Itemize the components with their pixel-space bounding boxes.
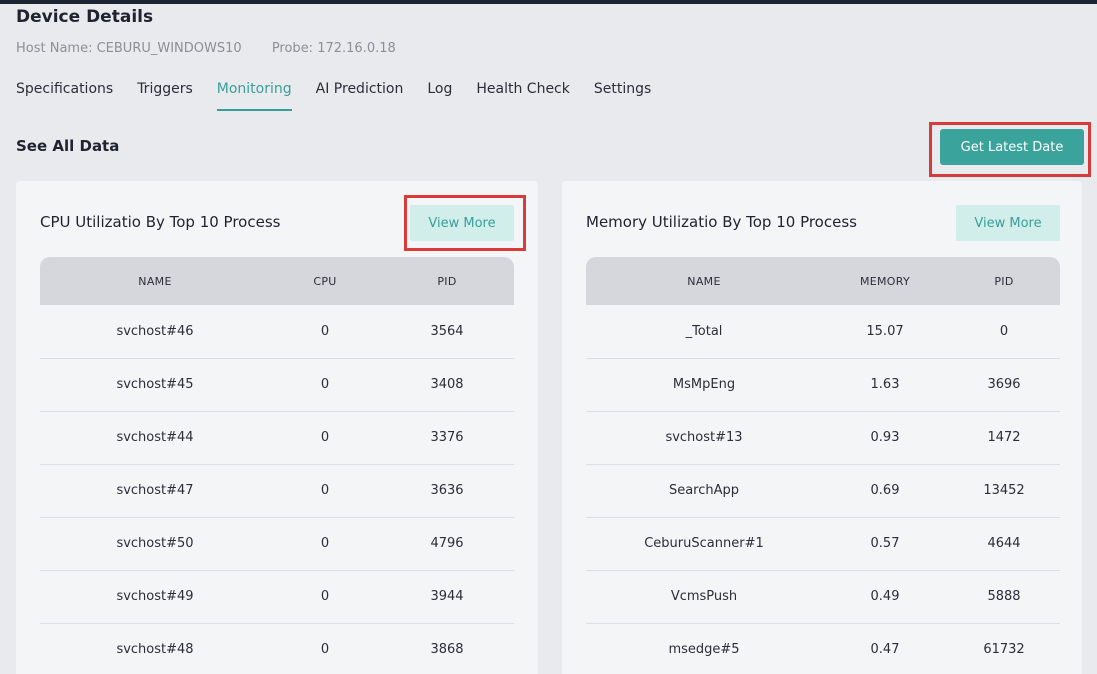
memory-value: 0.69 (822, 464, 948, 518)
process-name: svchost#48 (40, 623, 270, 674)
table-row: msedge#5 0.47 61732 (586, 623, 1060, 674)
memory-view-more-button[interactable]: View More (956, 205, 1060, 241)
pid-value: 4796 (380, 517, 514, 571)
table-header-row: NAME MEMORY PID (586, 257, 1060, 305)
column-header-cpu: CPU (313, 274, 337, 288)
highlight-box-get-latest (929, 122, 1091, 177)
column-header-name: NAME (138, 274, 172, 288)
cpu-process-table: NAME CPU PID svchost#46 0 3564 svchost#4… (40, 257, 514, 674)
process-name: svchost#50 (40, 517, 270, 571)
highlight-box-view-more (404, 195, 526, 251)
table-header-row: NAME CPU PID (40, 257, 514, 305)
table-row: svchost#48 0 3868 (40, 623, 514, 674)
pid-value: 61732 (948, 623, 1060, 674)
pid-value: 3376 (380, 411, 514, 465)
pid-value: 3868 (380, 623, 514, 674)
column-header-pid: PID (994, 274, 1014, 288)
tab-bar: Specifications Triggers Monitoring AI Pr… (16, 81, 675, 111)
memory-value: 1.63 (822, 358, 948, 412)
tab-ai-prediction[interactable]: AI Prediction (316, 81, 404, 111)
table-row: VcmsPush 0.49 5888 (586, 570, 1060, 624)
process-name: svchost#47 (40, 464, 270, 518)
column-header-memory: MEMORY (859, 274, 911, 288)
cpu-value: 0 (270, 570, 380, 624)
cpu-utilization-card: CPU Utilizatio By Top 10 Process View Mo… (16, 181, 538, 674)
process-name: MsMpEng (586, 358, 822, 412)
process-name: msedge#5 (586, 623, 822, 674)
pid-value: 5888 (948, 570, 1060, 624)
page-title: Device Details (16, 7, 154, 27)
tab-monitoring[interactable]: Monitoring (216, 81, 292, 111)
tab-log[interactable]: Log (427, 81, 452, 111)
pid-value: 4644 (948, 517, 1060, 571)
memory-card-title: Memory Utilizatio By Top 10 Process (586, 213, 857, 231)
pid-value: 3564 (380, 305, 514, 359)
memory-value: 0.57 (822, 517, 948, 571)
pid-value: 3408 (380, 358, 514, 412)
table-row: CeburuScanner#1 0.57 4644 (586, 517, 1060, 571)
table-row: svchost#49 0 3944 (40, 570, 514, 624)
column-header-name: NAME (687, 274, 721, 288)
tab-triggers[interactable]: Triggers (137, 81, 193, 111)
memory-value: 0.49 (822, 570, 948, 624)
cpu-value: 0 (270, 358, 380, 412)
pid-value: 1472 (948, 411, 1060, 465)
table-row: svchost#47 0 3636 (40, 464, 514, 518)
column-header-pid: PID (437, 274, 457, 288)
memory-value: 0.47 (822, 623, 948, 674)
memory-process-table: NAME MEMORY PID _Total 15.07 0 MsMpEng 1… (586, 257, 1060, 674)
process-name: VcmsPush (586, 570, 822, 624)
table-row: SearchApp 0.69 13452 (586, 464, 1060, 518)
cpu-value: 0 (270, 517, 380, 571)
table-row: svchost#45 0 3408 (40, 358, 514, 412)
cpu-value: 0 (270, 411, 380, 465)
tab-specifications[interactable]: Specifications (16, 81, 113, 111)
process-name: SearchApp (586, 464, 822, 518)
process-name: svchost#46 (40, 305, 270, 359)
process-name: _Total (586, 305, 822, 359)
top-bar (0, 0, 1097, 4)
table-row: svchost#50 0 4796 (40, 517, 514, 571)
cpu-value: 0 (270, 305, 380, 359)
process-name: svchost#49 (40, 570, 270, 624)
memory-value: 15.07 (822, 305, 948, 359)
table-row: svchost#46 0 3564 (40, 305, 514, 359)
table-row: MsMpEng 1.63 3696 (586, 358, 1060, 412)
pid-value: 3636 (380, 464, 514, 518)
process-name: svchost#45 (40, 358, 270, 412)
memory-value: 0.93 (822, 411, 948, 465)
pid-value: 13452 (948, 464, 1060, 518)
cpu-card-title: CPU Utilizatio By Top 10 Process (40, 213, 281, 231)
process-name: CeburuScanner#1 (586, 517, 822, 571)
pid-value: 0 (948, 305, 1060, 359)
table-row: svchost#13 0.93 1472 (586, 411, 1060, 465)
host-name: Host Name: CEBURU_WINDOWS10 (16, 41, 242, 56)
process-name: svchost#13 (586, 411, 822, 465)
memory-utilization-card: Memory Utilizatio By Top 10 Process View… (562, 181, 1082, 674)
device-meta: Host Name: CEBURU_WINDOWS10 Probe: 172.1… (16, 41, 396, 56)
table-row: _Total 15.07 0 (586, 305, 1060, 359)
tab-health-check[interactable]: Health Check (476, 81, 570, 111)
cpu-value: 0 (270, 464, 380, 518)
process-name: svchost#44 (40, 411, 270, 465)
section-title: See All Data (16, 137, 120, 155)
tab-settings[interactable]: Settings (594, 81, 651, 111)
cpu-value: 0 (270, 623, 380, 674)
pid-value: 3696 (948, 358, 1060, 412)
table-row: svchost#44 0 3376 (40, 411, 514, 465)
probe-address: Probe: 172.16.0.18 (271, 41, 396, 56)
pid-value: 3944 (380, 570, 514, 624)
